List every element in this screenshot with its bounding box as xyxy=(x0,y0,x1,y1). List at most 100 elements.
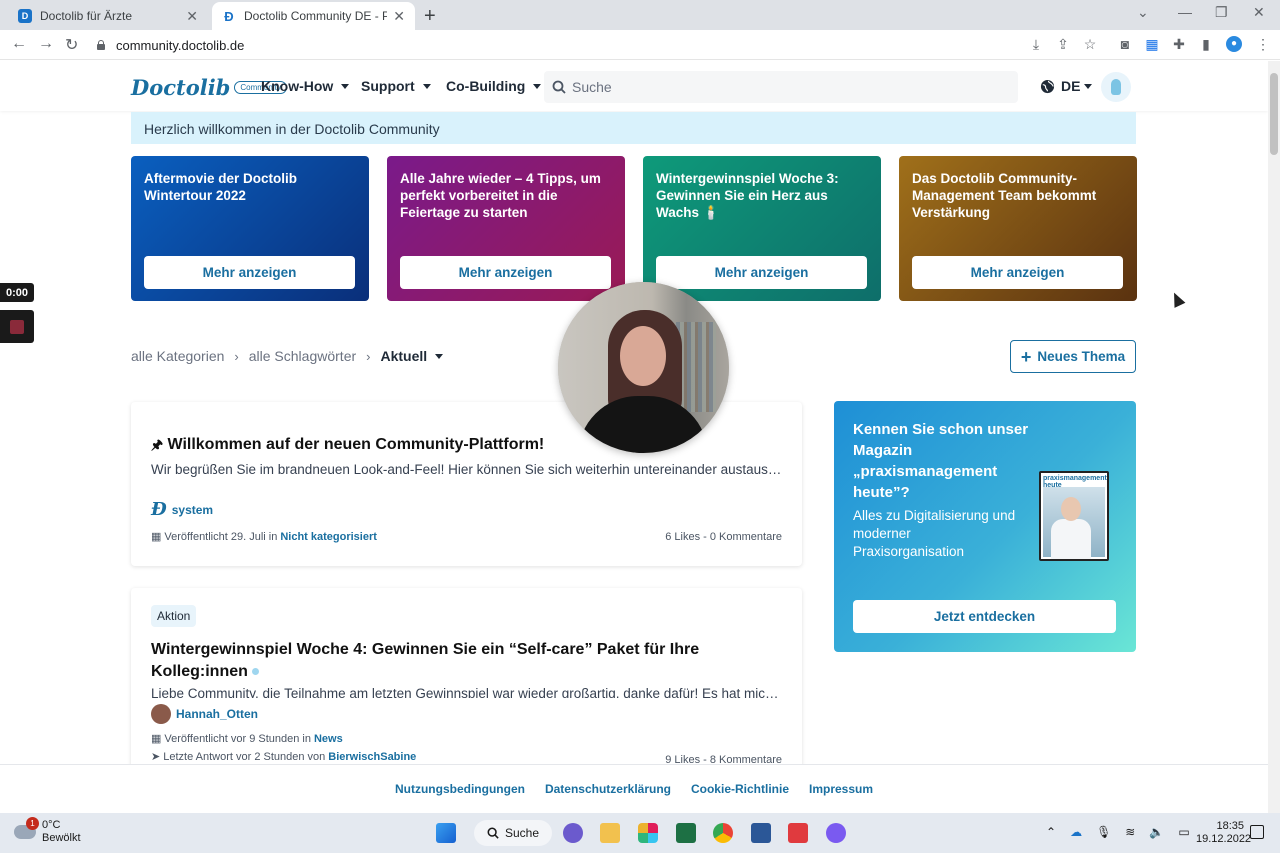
tab-search-icon[interactable]: ⌄ xyxy=(1137,4,1149,21)
teams-chat-icon[interactable] xyxy=(563,823,583,843)
search-box xyxy=(544,71,1018,103)
webcam-person-face xyxy=(620,326,666,386)
footer-link-imprint[interactable]: Impressum xyxy=(809,782,873,796)
last-reply-user-link[interactable]: BierwischSabine xyxy=(328,751,416,763)
promo-heading: Kennen Sie schon unser Magazin „praxisma… xyxy=(853,421,1029,501)
calendar-icon: ▦ xyxy=(151,733,162,745)
sort-dropdown[interactable]: Aktuell xyxy=(380,348,444,364)
discover-button[interactable]: Jetzt entdecken xyxy=(853,600,1116,633)
scrollbar-thumb[interactable] xyxy=(1270,73,1278,155)
author-name: Hannah_Otten xyxy=(176,707,259,721)
word-icon[interactable] xyxy=(751,823,771,843)
excel-icon[interactable] xyxy=(676,823,696,843)
chrome-icon[interactable] xyxy=(713,823,733,843)
post-tag[interactable]: Aktion xyxy=(151,605,197,627)
chevron-down-icon xyxy=(435,353,444,359)
browser-tab-community[interactable]: Ð Doctolib Community DE - Plattfo ✕ xyxy=(212,2,415,30)
footer-link-terms[interactable]: Nutzungsbedingungen xyxy=(395,782,525,796)
page-scrollbar[interactable] xyxy=(1268,61,1280,813)
post-author[interactable]: Ð system xyxy=(151,499,782,520)
profile-avatar-icon[interactable]: ● xyxy=(1226,36,1242,52)
footer-link-privacy[interactable]: Datenschutzerklärung xyxy=(545,782,671,796)
share-icon[interactable]: ⇪ xyxy=(1055,36,1071,52)
stop-recording-button[interactable] xyxy=(0,310,34,343)
stop-icon xyxy=(10,319,24,334)
taskbar-clock[interactable]: 18:35 19.12.2022 xyxy=(1196,820,1252,846)
new-tab-icon[interactable]: + xyxy=(424,5,436,28)
site-header: Doctolib Community Know-How Support Co-B… xyxy=(0,61,1268,111)
welcome-banner: Herzlich willkommen in der Doctolib Comm… xyxy=(131,112,1136,144)
close-tab-icon[interactable]: ✕ xyxy=(393,8,405,25)
camera-extension-icon[interactable]: ◙ xyxy=(1117,36,1133,52)
weather-temp: 0°C xyxy=(42,819,61,831)
search-input[interactable] xyxy=(572,79,972,95)
extensions-puzzle-icon[interactable]: ✚ xyxy=(1171,36,1187,52)
magazine-cover-image: praxismanagement heute xyxy=(1039,471,1109,561)
weather-text: 0°C Bewölkt xyxy=(42,819,81,845)
restore-icon[interactable]: ❐ xyxy=(1215,4,1228,21)
windows-start-icon[interactable] xyxy=(436,823,456,843)
featured-card-title: Das Doctolib Community-Management Team b… xyxy=(912,171,1097,220)
language-selector[interactable]: DE xyxy=(1040,78,1093,94)
notification-badge: 1 xyxy=(26,817,39,830)
category-link[interactable]: Nicht kategorisiert xyxy=(280,531,377,543)
nav-support[interactable]: Support xyxy=(361,78,431,94)
close-tab-icon[interactable]: ✕ xyxy=(186,8,198,25)
file-explorer-icon[interactable] xyxy=(600,823,620,843)
new-topic-button[interactable]: + Neues Thema xyxy=(1010,340,1136,373)
forward-icon[interactable]: → xyxy=(38,35,54,53)
battery-icon[interactable]: ▭ xyxy=(1178,825,1189,839)
site-footer: Nutzungsbedingungen Datenschutzerklärung… xyxy=(0,764,1268,813)
close-window-icon[interactable]: ✕ xyxy=(1253,4,1265,21)
clock-date: 19.12.2022 xyxy=(1196,833,1252,845)
webcam-bubble[interactable] xyxy=(558,282,729,453)
slack-icon[interactable] xyxy=(638,823,658,843)
back-icon[interactable]: ← xyxy=(11,35,27,53)
user-avatar[interactable] xyxy=(1101,72,1131,102)
minimize-icon[interactable]: — xyxy=(1178,4,1192,20)
chevron-down-icon xyxy=(422,83,431,89)
pin-icon: 🖈 xyxy=(151,437,164,452)
windows-taskbar: 1 0°C Bewölkt Suche ⌃ ☁ 🎙 ≋ 🔈 ▭ 18:35 19… xyxy=(0,813,1280,853)
side-panel-icon[interactable]: ▮ xyxy=(1198,36,1214,52)
more-button[interactable]: Mehr anzeigen xyxy=(144,256,355,289)
more-button[interactable]: Mehr anzeigen xyxy=(912,256,1123,289)
clock-time: 18:35 xyxy=(1216,820,1244,832)
volume-icon[interactable]: 🔈 xyxy=(1149,825,1164,839)
featured-card[interactable]: Alle Jahre wieder – 4 Tipps, um perfekt … xyxy=(387,156,625,301)
post-author[interactable]: Hannah_Otten xyxy=(151,704,782,724)
browser-menu-icon[interactable]: ⋮ xyxy=(1255,36,1271,52)
notifications-icon[interactable] xyxy=(1250,825,1264,839)
post-stats: 6 Likes - 0 Kommentare xyxy=(665,531,782,543)
nav-co-building[interactable]: Co-Building xyxy=(446,78,542,94)
install-app-icon[interactable]: ⤓ xyxy=(1028,36,1044,52)
taskbar-search-button[interactable]: Suche xyxy=(474,820,552,846)
chevron-right-icon: › xyxy=(366,348,371,364)
wifi-icon[interactable]: ≋ xyxy=(1125,825,1135,839)
app-icon[interactable] xyxy=(826,823,846,843)
microphone-icon[interactable]: 🎙 xyxy=(1096,825,1111,839)
post-excerpt: Wir begrüßen Sie im brandneuen Look-and-… xyxy=(151,462,782,477)
bookmark-star-icon[interactable]: ☆ xyxy=(1082,36,1098,52)
breadcrumb-tags[interactable]: alle Schlagwörter xyxy=(249,348,356,364)
breadcrumb-categories[interactable]: alle Kategorien xyxy=(131,348,224,364)
post-title[interactable]: Wintergewinnspiel Woche 4: Gewinnen Sie … xyxy=(151,639,782,683)
weather-widget[interactable]: 1 0°C Bewölkt xyxy=(14,817,81,845)
featured-card[interactable]: Aftermovie der Doctolib Wintertour 2022 … xyxy=(131,156,369,301)
nav-know-how[interactable]: Know-How xyxy=(261,78,350,94)
last-reply-text: Letzte Antwort vor 2 Stunden von xyxy=(163,750,326,763)
reload-icon[interactable]: ↻ xyxy=(65,35,78,55)
magazine-promo: Kennen Sie schon unser Magazin „praxisma… xyxy=(834,401,1136,652)
onedrive-icon[interactable]: ☁ xyxy=(1070,825,1082,839)
featured-card[interactable]: Das Doctolib Community-Management Team b… xyxy=(899,156,1137,301)
chevron-right-icon: › xyxy=(234,348,239,364)
author-name: system xyxy=(171,502,214,517)
grid-extension-icon[interactable]: ▦ xyxy=(1144,36,1160,52)
chevron-up-icon[interactable]: ⌃ xyxy=(1046,825,1056,839)
category-link[interactable]: News xyxy=(314,733,343,745)
browser-tab-doctolib-aerzte[interactable]: D Doctolib für Ärzte ✕ xyxy=(8,2,208,30)
footer-link-cookies[interactable]: Cookie-Richtlinie xyxy=(691,782,789,796)
featured-card[interactable]: Wintergewinnspiel Woche 3: Gewinnen Sie … xyxy=(643,156,881,301)
anydesk-icon[interactable] xyxy=(788,823,808,843)
post-title-text: Wintergewinnspiel Woche 4: Gewinnen Sie … xyxy=(151,641,700,680)
